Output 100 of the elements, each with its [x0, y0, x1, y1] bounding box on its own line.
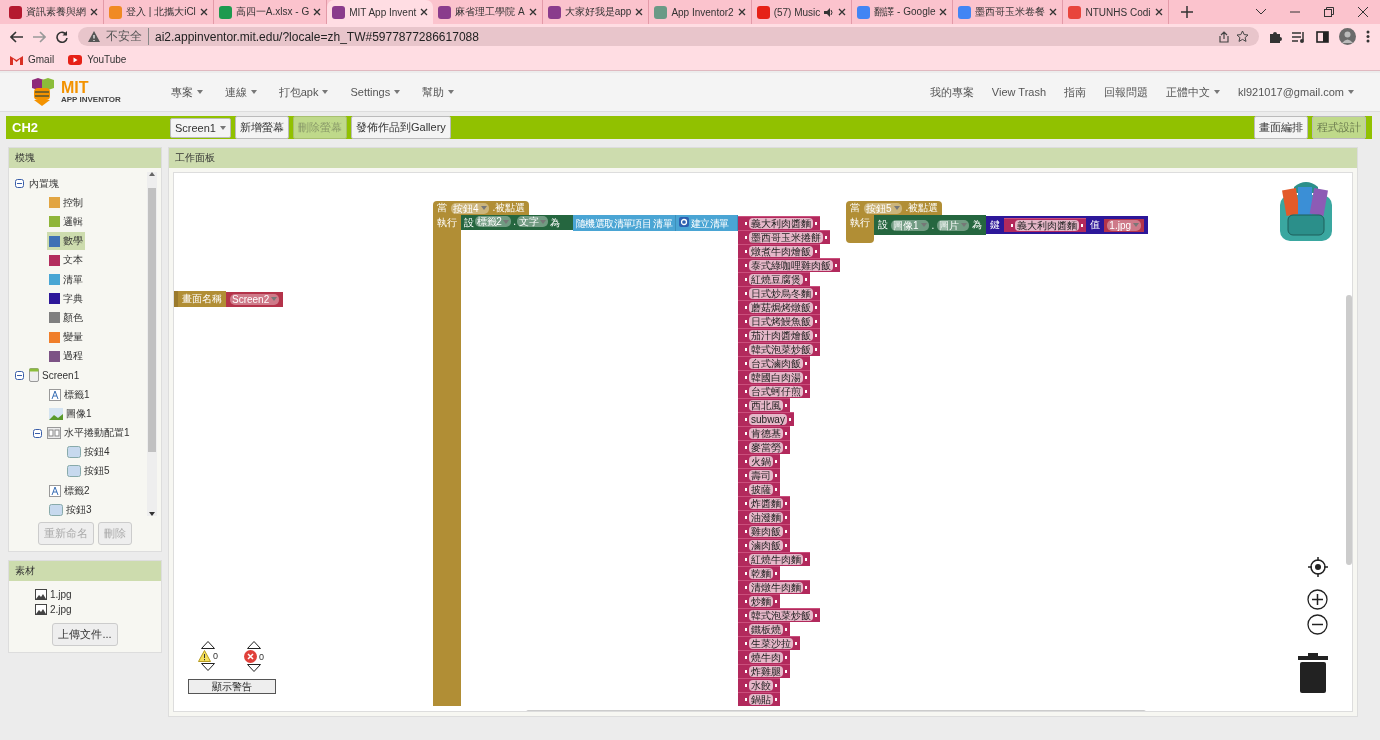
text-block[interactable]: 茄汁肉醬燴飯	[738, 328, 820, 342]
show-warnings-button[interactable]: 顯示警告	[188, 679, 276, 694]
text-block[interactable]: 火鍋	[738, 454, 780, 468]
menu-item[interactable]: 打包apk	[278, 84, 329, 100]
text-block[interactable]: 韓式泡菜炒飯	[738, 342, 820, 356]
text-block[interactable]: 西北風	[738, 398, 790, 412]
chevron-down-icon[interactable]	[1256, 9, 1266, 15]
collapse-icon[interactable]	[15, 370, 24, 380]
text-block[interactable]: 韓式泡菜炒飯	[738, 608, 820, 622]
text-block[interactable]: 披薩	[738, 482, 780, 496]
browser-tab[interactable]: MIT App Invent	[327, 0, 434, 24]
recenter-icon[interactable]	[1307, 557, 1328, 577]
text-block[interactable]: 清燉牛肉麵	[738, 580, 810, 594]
close-icon[interactable]	[528, 8, 537, 16]
tree-item[interactable]: 字典	[47, 289, 85, 308]
text-block[interactable]: 生菜沙拉	[738, 636, 800, 650]
close-icon[interactable]	[313, 8, 322, 16]
close-icon[interactable]	[199, 8, 208, 16]
close-icon[interactable]	[635, 8, 644, 16]
toolbar-button[interactable]: 發佈作品到Gallery	[351, 116, 451, 139]
text-block[interactable]: 麥當勞	[738, 440, 790, 454]
tree-item[interactable]: 過程	[47, 347, 85, 366]
tree-item[interactable]: 按鈕3	[47, 500, 94, 516]
view-button[interactable]: 畫面編排	[1254, 116, 1308, 139]
text-block[interactable]: 炒麵	[738, 594, 780, 608]
up-arrow-icon[interactable]	[247, 641, 261, 649]
close-icon[interactable]	[1358, 7, 1368, 17]
gear-icon[interactable]	[679, 217, 689, 227]
puzzle-icon[interactable]	[1269, 30, 1282, 43]
side-panel-icon[interactable]	[1316, 30, 1329, 43]
text-block[interactable]: 燉煮牛肉燴飯	[738, 244, 820, 258]
scrollbar[interactable]	[147, 172, 157, 516]
menu-item[interactable]: 回報問題	[1104, 84, 1149, 100]
text-block[interactable]: 炸醬麵	[738, 496, 790, 510]
close-icon[interactable]	[1154, 8, 1163, 16]
toolbar-button[interactable]: 新增螢幕	[235, 116, 289, 139]
text-block[interactable]: 泰式綠咖哩雞肉飯	[738, 258, 840, 272]
collapse-icon[interactable]	[33, 428, 42, 438]
back-arrow-icon[interactable]	[10, 30, 23, 43]
text-block[interactable]: 炸雞腿	[738, 664, 790, 678]
zoom-out-icon[interactable]	[1307, 614, 1328, 635]
text-block[interactable]: 乾麵	[738, 566, 780, 580]
close-icon[interactable]	[939, 8, 948, 16]
text-block[interactable]: 肯德基	[738, 426, 790, 440]
tree-item[interactable]: 圖像1	[47, 404, 94, 423]
tree-item[interactable]: 變量	[47, 328, 85, 347]
text-block[interactable]: 油潑麵	[738, 510, 790, 524]
tree-item[interactable]: 內置塊	[27, 174, 61, 193]
menu-item[interactable]: View Trash	[991, 86, 1047, 98]
event-block[interactable]: 當 按鈕4 .被點選 執行 設 標籤2 . 文字 為 隨機選取清單項目 清單 建立清單 義大利肉醬麵 墨西哥玉米捲餅 燉煮牛肉燴飯 泰式綠咖哩雞肉飯 紅燒豆腐煲 日式炒烏冬麵 蘑菇焗烤燉飯 日式烤鰻魚飯 茄汁肉醬燴飯 韓式泡菜炒飯 台式滷肉飯 韓國白肉湯 台式蚵仔煎 西北風 subway 肯德基 麥當勞 火鍋 壽司 披薩 炸醬麵 油潑麵 雞肉飯 滷肉飯 紅燒牛肉麵 乾麵 清燉牛肉麵 炒麵 韓式泡菜炒飯 鐵板燒 生菜沙拉 燒牛肉 炸雞腿 水餃 鍋貼	[433, 201, 840, 706]
more-menu-icon[interactable]	[1366, 30, 1370, 43]
media-list-icon[interactable]	[1292, 30, 1306, 43]
media-file[interactable]: 1.jpg	[9, 587, 161, 602]
screen-dropdown[interactable]: Screen1	[170, 117, 231, 138]
menu-item[interactable]: 我的專案	[929, 84, 974, 100]
menu-item[interactable]: 幫助	[422, 84, 455, 100]
menu-item[interactable]: 正體中文	[1166, 84, 1221, 100]
text-block[interactable]: 墨西哥玉米捲餅	[738, 230, 830, 244]
tree-item[interactable]: 標籤1	[47, 385, 92, 404]
text-block[interactable]: 義大利肉醬麵	[738, 216, 820, 230]
down-arrow-icon[interactable]	[247, 664, 261, 672]
bookmark[interactable]: YouTube	[68, 54, 127, 65]
tree-item[interactable]: 數學	[47, 232, 85, 251]
text-block[interactable]: 滷肉飯	[738, 538, 790, 552]
text-block[interactable]: 鐵板燒	[738, 622, 790, 636]
text-block[interactable]: 紅燒牛肉麵	[738, 552, 810, 566]
text-block[interactable]: 雞肉飯	[738, 524, 790, 538]
tree-item[interactable]: 水平捲動配置1	[45, 424, 132, 443]
event-block[interactable]: 當 按鈕5 .被點選 執行 設 圖像1 . 圖片 為 鍵 義大利肉醬麵 值 1.jpg	[846, 201, 1149, 243]
menu-item[interactable]: 專案	[170, 84, 203, 100]
tree-item[interactable]: 顏色	[47, 308, 85, 327]
text-block[interactable]: 水餃	[738, 678, 780, 692]
text-block[interactable]: 蘑菇焗烤燉飯	[738, 300, 820, 314]
close-icon[interactable]	[420, 8, 429, 16]
bookmark[interactable]: Gmail	[10, 54, 55, 65]
text-block[interactable]: 紅燒豆腐煲	[738, 272, 810, 286]
tree-item[interactable]: 文本	[47, 251, 85, 270]
avatar-icon[interactable]	[1339, 28, 1356, 45]
text-block[interactable]: 日式炒烏冬麵	[738, 286, 820, 300]
upload-button[interactable]: 上傳文件...	[52, 623, 118, 646]
menu-item[interactable]: 連線	[224, 84, 257, 100]
media-file[interactable]: 2.jpg	[9, 602, 161, 617]
text-block[interactable]: subway	[738, 412, 794, 426]
collapse-icon[interactable]	[15, 179, 24, 189]
restore-icon[interactable]	[1324, 7, 1334, 17]
text-block[interactable]: 台式蚵仔煎	[738, 384, 810, 398]
text-block[interactable]: 韓國白肉湯	[738, 370, 810, 384]
scrollbar[interactable]	[1346, 295, 1352, 565]
close-icon[interactable]	[90, 8, 98, 16]
up-arrow-icon[interactable]	[201, 641, 215, 649]
tree-item[interactable]: 控制	[47, 193, 85, 212]
tree-item[interactable]: Screen1	[27, 366, 82, 385]
star-icon[interactable]	[1236, 30, 1249, 43]
tree-item[interactable]: 邏輯	[47, 212, 85, 231]
close-icon[interactable]	[1049, 8, 1058, 16]
address-bar[interactable]: 不安全 ai2.appinventor.mit.edu/?locale=zh_TW#5977877286617088	[78, 27, 1259, 46]
new-tab-icon[interactable]	[1181, 6, 1193, 18]
text-block[interactable]: 鍋貼	[738, 692, 780, 706]
text-block[interactable]: 台式滷肉飯	[738, 356, 810, 370]
down-arrow-icon[interactable]	[201, 663, 215, 671]
